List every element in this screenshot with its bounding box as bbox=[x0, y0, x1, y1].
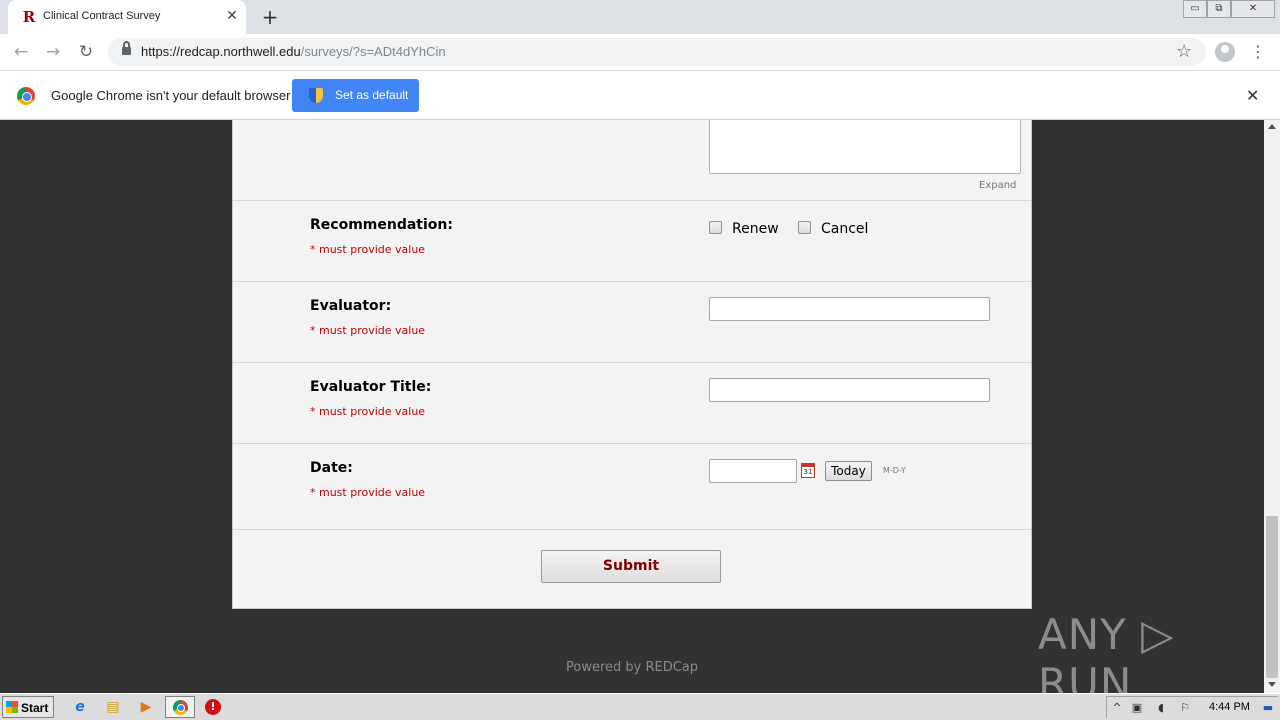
tray-expand-icon[interactable]: ^ bbox=[1109, 700, 1125, 716]
windows-taskbar: Start e ▤ ▶ ! ^ ▣ ◖ ⚐ 4:44 PM ▬ bbox=[0, 693, 1280, 720]
network-icon[interactable]: ▣ bbox=[1129, 700, 1145, 716]
tab-title: Clinical Contract Survey bbox=[43, 10, 161, 22]
chrome-menu-icon[interactable]: ⋮ bbox=[1250, 42, 1266, 62]
file-explorer-icon[interactable]: ▤ bbox=[104, 698, 122, 716]
submit-row: Submit bbox=[233, 529, 1031, 609]
vertical-scrollbar[interactable] bbox=[1264, 120, 1280, 693]
infobar-close-icon[interactable]: ✕ bbox=[1246, 86, 1259, 105]
chrome-logo-icon bbox=[17, 87, 35, 105]
scroll-thumb[interactable] bbox=[1266, 516, 1278, 678]
url-text[interactable]: https://redcap.northwell.edu/surveys/?s=… bbox=[141, 44, 446, 59]
url-path: /surveys/?s=ADt4dYhCin bbox=[300, 44, 446, 59]
submit-button[interactable]: Submit bbox=[541, 550, 721, 583]
media-player-icon[interactable]: ▶ bbox=[137, 698, 155, 716]
internet-explorer-icon[interactable]: e bbox=[71, 698, 89, 716]
scroll-down-icon[interactable] bbox=[1268, 682, 1276, 687]
start-label: Start bbox=[21, 701, 49, 715]
new-tab-button[interactable]: + bbox=[259, 6, 281, 28]
stop-security-icon[interactable]: ! bbox=[205, 699, 221, 715]
uac-shield-icon bbox=[309, 88, 323, 103]
url-host: https://redcap.northwell.edu bbox=[141, 44, 301, 59]
tab-clinical-contract-survey[interactable]: R Clinical Contract Survey ✕ bbox=[8, 0, 246, 34]
redcap-favicon-icon: R bbox=[22, 8, 36, 26]
required-note: * must provide value bbox=[310, 243, 426, 256]
cancel-label[interactable]: Cancel bbox=[821, 221, 868, 237]
required-note: * must provide value bbox=[310, 486, 426, 499]
browser-toolbar: ← → ↻ https://redcap.northwell.edu/surve… bbox=[0, 34, 1280, 71]
minimize-button[interactable]: ▭ bbox=[1183, 0, 1207, 18]
anyrun-watermark: ANY ▷ RUN bbox=[1038, 610, 1175, 693]
evaluator-title-input[interactable] bbox=[709, 378, 990, 402]
date-label: Date: bbox=[310, 460, 353, 476]
windows-logo-icon bbox=[6, 701, 18, 713]
address-bar[interactable]: https://redcap.northwell.edu/surveys/?s=… bbox=[108, 38, 1206, 66]
system-tray: ^ ▣ ◖ ⚐ 4:44 PM ▬ bbox=[1106, 696, 1278, 718]
date-row: Date: * must provide value 31 Today M-D-… bbox=[233, 443, 1031, 529]
chrome-taskbar-icon bbox=[173, 700, 188, 715]
tab-strip: R Clinical Contract Survey ✕ + ▭ ⧉ ✕ bbox=[0, 0, 1280, 34]
default-browser-infobar: Google Chrome isn't your default browser… bbox=[0, 71, 1280, 120]
evaluator-row: Evaluator: * must provide value bbox=[233, 281, 1031, 362]
required-note: * must provide value bbox=[310, 324, 426, 337]
calendar-icon[interactable]: 31 bbox=[801, 463, 815, 478]
date-input[interactable] bbox=[709, 459, 797, 483]
evaluator-input[interactable] bbox=[709, 297, 990, 321]
renew-label[interactable]: Renew bbox=[732, 221, 779, 237]
recommendation-label: Recommendation: bbox=[310, 217, 453, 233]
taskbar-clock[interactable]: 4:44 PM bbox=[1209, 701, 1250, 713]
evaluator-label: Evaluator: bbox=[310, 298, 392, 314]
reload-button[interactable]: ↻ bbox=[75, 41, 97, 63]
set-as-default-button[interactable]: Set as default bbox=[292, 79, 419, 112]
window-close-button[interactable]: ✕ bbox=[1231, 0, 1275, 18]
infobar-message: Google Chrome isn't your default browser bbox=[51, 88, 291, 103]
required-note: * must provide value bbox=[310, 405, 426, 418]
survey-form: Expand Recommendation: * must provide va… bbox=[232, 120, 1032, 609]
scroll-up-icon[interactable] bbox=[1268, 124, 1276, 129]
tab-close-icon[interactable]: ✕ bbox=[224, 8, 240, 24]
renew-checkbox[interactable] bbox=[709, 221, 722, 234]
page-viewport: Expand Recommendation: * must provide va… bbox=[0, 120, 1280, 693]
set-as-default-label: Set as default bbox=[335, 88, 409, 102]
cancel-checkbox[interactable] bbox=[798, 221, 811, 234]
show-desktop-icon[interactable]: ▬ bbox=[1260, 700, 1276, 716]
notes-textarea[interactable] bbox=[709, 120, 1021, 174]
volume-icon[interactable]: ◖ bbox=[1153, 700, 1169, 716]
profile-avatar-icon[interactable] bbox=[1215, 42, 1235, 62]
back-button[interactable]: ← bbox=[10, 41, 32, 63]
lock-icon[interactable] bbox=[122, 41, 131, 56]
action-center-flag-icon[interactable]: ⚐ bbox=[1177, 700, 1193, 716]
restore-button[interactable]: ⧉ bbox=[1207, 0, 1231, 18]
forward-button[interactable]: → bbox=[42, 41, 64, 63]
evaluator-title-row: Evaluator Title: * must provide value bbox=[233, 362, 1031, 443]
expand-link[interactable]: Expand bbox=[979, 180, 1016, 191]
evaluator-title-label: Evaluator Title: bbox=[310, 379, 432, 395]
bookmark-star-icon[interactable]: ☆ bbox=[1176, 41, 1192, 62]
date-format-hint: M-D-Y bbox=[883, 466, 906, 475]
taskbar-chrome-button[interactable] bbox=[165, 696, 195, 718]
start-button[interactable]: Start bbox=[2, 696, 54, 718]
today-button[interactable]: Today bbox=[825, 461, 872, 481]
recommendation-row: Recommendation: * must provide value Ren… bbox=[233, 200, 1031, 281]
